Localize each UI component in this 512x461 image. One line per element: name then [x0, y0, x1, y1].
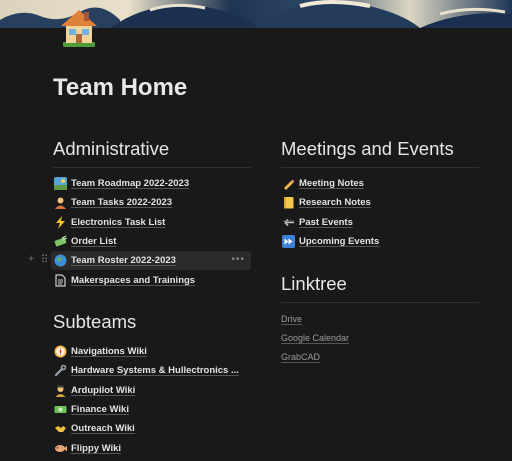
house-icon[interactable] [57, 4, 101, 48]
page-link-research-notes[interactable]: Research Notes [281, 193, 479, 212]
page-link-makerspaces[interactable]: Makerspaces and Trainings [53, 270, 251, 289]
section-heading-administrative: Administrative [53, 138, 251, 168]
page-link-team-roster[interactable]: Team Roster 2022-2023 ••• [51, 251, 251, 271]
document-icon [53, 273, 67, 287]
page-link-team-tasks[interactable]: Team Tasks 2022-2023 [53, 193, 251, 212]
page-link-team-roadmap[interactable]: Team Roadmap 2022-2023 [53, 174, 251, 193]
page-link-electronics-task-list[interactable]: Electronics Task List [53, 213, 251, 232]
page-link-navigations-wiki[interactable]: Navigations Wiki [53, 342, 251, 361]
wrench-icon [53, 364, 67, 378]
compass-icon [53, 345, 67, 359]
more-options-icon[interactable]: ••• [231, 254, 245, 265]
plus-icon[interactable]: + [28, 253, 34, 266]
fish-icon [53, 441, 67, 455]
link-grabcad[interactable]: GrabCAD [281, 348, 479, 367]
page-title: Team Home [53, 74, 188, 101]
pencil-icon [281, 177, 295, 191]
page-link-past-events[interactable]: Past Events [281, 213, 479, 232]
notebook-icon [281, 196, 295, 210]
page-link-meeting-notes[interactable]: Meeting Notes [281, 174, 479, 193]
banknote-icon [53, 403, 67, 417]
section-heading-meetings: Meetings and Events [281, 138, 479, 168]
block-handle[interactable]: + ⠿ [28, 253, 49, 266]
page-link-finance-wiki[interactable]: Finance Wiki [53, 400, 251, 419]
section-heading-linktree: Linktree [281, 273, 479, 303]
page-link-ardupilot-wiki[interactable]: Ardupilot Wiki [53, 381, 251, 400]
link-drive[interactable]: Drive [281, 309, 479, 328]
drag-handle-icon[interactable]: ⠿ [40, 253, 48, 266]
lightning-icon [53, 215, 67, 229]
page-link-upcoming-events[interactable]: Upcoming Events [281, 232, 479, 251]
fast-forward-icon [281, 235, 295, 249]
person-icon [53, 196, 67, 210]
subteams-section: Subteams Navigations Wiki Hardware Syste… [53, 311, 251, 458]
map-icon [53, 177, 67, 191]
globe-icon [53, 254, 67, 268]
page-link-hardware-systems[interactable]: Hardware Systems & Hullectronics ... [53, 361, 251, 380]
meetings-section: Meetings and Events Meeting Notes Resear… [281, 138, 479, 251]
page-link-outreach-wiki[interactable]: Outreach Wiki [53, 419, 251, 438]
money-icon [53, 235, 67, 249]
link-google-calendar[interactable]: Google Calendar [281, 328, 479, 347]
handshake-icon [53, 422, 67, 436]
linktree-section: Linktree Drive Google Calendar GrabCAD [281, 273, 479, 367]
page-link-flippy-wiki[interactable]: Flippy Wiki [53, 438, 251, 457]
page-link-order-list[interactable]: Order List [53, 232, 251, 251]
section-heading-subteams: Subteams [53, 311, 137, 332]
back-arrow-icon [281, 215, 295, 229]
pilot-icon [53, 383, 67, 397]
administrative-section: Administrative Team Roadmap 2022-2023 Te… [51, 138, 251, 290]
